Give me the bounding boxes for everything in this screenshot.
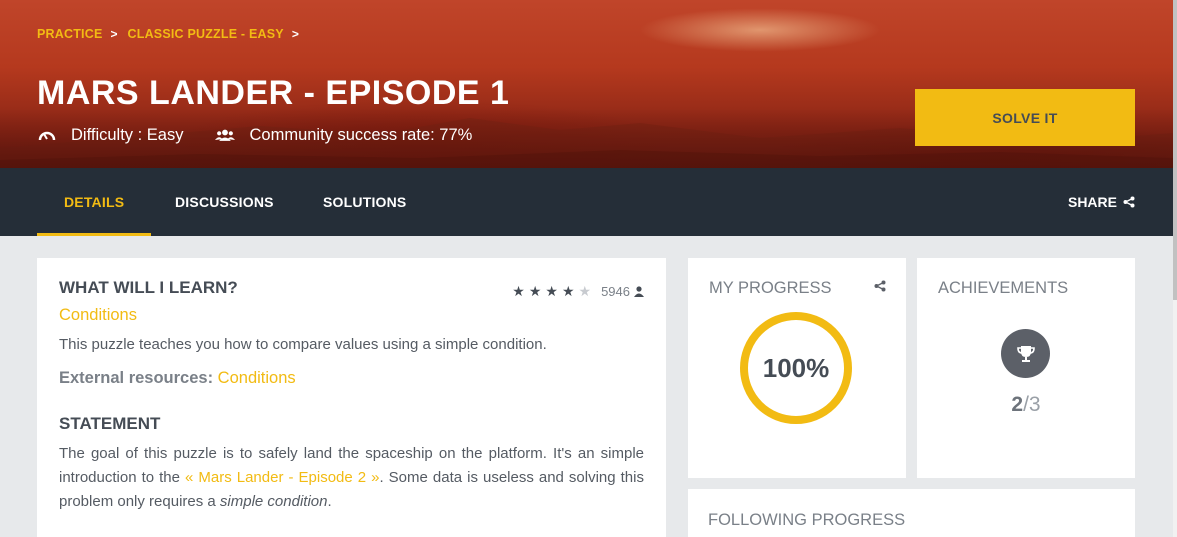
following-progress-card: FOLLOWING PROGRESS (688, 489, 1135, 537)
achievements-card: ACHIEVEMENTS 2/3 (917, 258, 1135, 478)
learn-card: WHAT WILL I LEARN? ★ ★ ★ ★ ★ 5946 Condit… (37, 258, 666, 537)
page-title: MARS LANDER - EPISODE 1 (37, 74, 510, 112)
tab-solutions[interactable]: SOLUTIONS (323, 168, 406, 236)
difficulty-text: Difficulty : Easy (71, 125, 184, 144)
star-icon[interactable]: ★ (512, 283, 525, 300)
tab-details[interactable]: DETAILS (36, 168, 152, 236)
breadcrumb-practice[interactable]: PRACTICE (37, 27, 103, 41)
user-icon (634, 286, 644, 297)
achievements-earned: 2 (1011, 393, 1024, 416)
achievements-total: /3 (1023, 393, 1041, 416)
my-progress-title: MY PROGRESS (709, 279, 832, 297)
external-resource-link[interactable]: Conditions (218, 369, 296, 387)
share-icon (1123, 196, 1135, 208)
share-button[interactable]: SHARE (1068, 168, 1135, 236)
progress-ring: 100% (740, 312, 852, 424)
star-icon[interactable]: ★ (545, 283, 558, 300)
puzzle-meta: Difficulty : Easy Community success rate… (37, 125, 472, 145)
trophy-icon (1001, 329, 1050, 378)
mars-lander-episode-2-link[interactable]: « Mars Lander - Episode 2 » (185, 469, 379, 486)
star-icon[interactable]: ★ (562, 283, 575, 300)
breadcrumb-classic-puzzle-easy[interactable]: CLASSIC PUZZLE - EASY (128, 27, 284, 41)
statement-text: The goal of this puzzle is to safely lan… (59, 442, 644, 514)
following-progress-title: FOLLOWING PROGRESS (708, 511, 906, 529)
scrollbar[interactable] (1173, 0, 1177, 537)
users-icon (215, 125, 236, 145)
chevron-right-icon: > (291, 27, 299, 41)
external-resources: External resources: Conditions (59, 369, 644, 388)
achievements-title: ACHIEVEMENTS (938, 279, 1069, 297)
statement-text-part: . (327, 493, 332, 510)
statement-emphasis: simple condition (219, 493, 328, 510)
rating-count: 5946 (601, 284, 630, 299)
star-empty-icon[interactable]: ★ (579, 283, 592, 300)
success-rate-text: Community success rate: 77% (249, 125, 473, 144)
share-icon[interactable] (874, 280, 886, 292)
learn-description: This puzzle teaches you how to compare v… (59, 336, 547, 353)
hero-banner: PRACTICE > CLASSIC PUZZLE - EASY > MARS … (0, 0, 1173, 168)
tab-discussions[interactable]: DISCUSSIONS (175, 168, 274, 236)
gauge-icon (37, 125, 57, 145)
breadcrumb: PRACTICE > CLASSIC PUZZLE - EASY > (37, 27, 303, 41)
external-resources-label: External resources: (59, 369, 214, 387)
tab-navigation: DETAILS DISCUSSIONS SOLUTIONS SHARE (0, 168, 1173, 236)
solve-it-button[interactable]: SOLVE IT (915, 89, 1135, 146)
learn-topic-link[interactable]: Conditions (59, 306, 644, 325)
statement-title: STATEMENT (59, 414, 161, 433)
achievements-count: 2/3 (917, 393, 1135, 417)
rating: ★ ★ ★ ★ ★ 5946 (512, 283, 644, 300)
share-label: SHARE (1067, 194, 1117, 210)
scrollbar-thumb[interactable] (1173, 0, 1177, 300)
star-icon[interactable]: ★ (529, 283, 542, 300)
chevron-right-icon: > (110, 27, 118, 41)
progress-value: 100% (762, 352, 830, 383)
my-progress-card: MY PROGRESS 100% (688, 258, 906, 478)
